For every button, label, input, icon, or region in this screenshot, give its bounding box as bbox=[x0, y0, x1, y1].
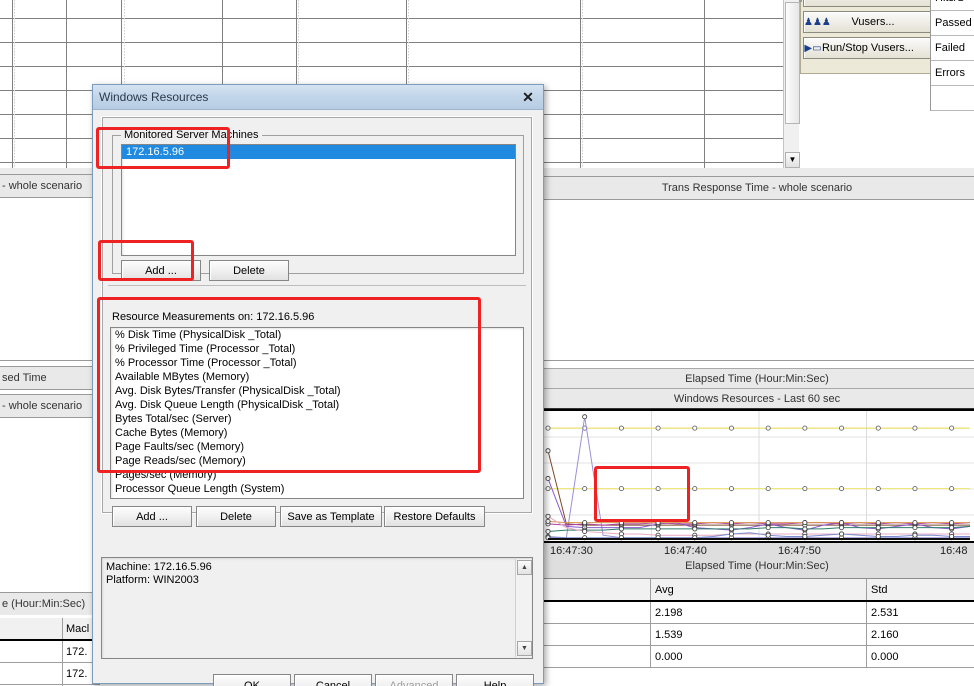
cancel-button[interactable]: Cancel bbox=[294, 674, 372, 686]
resource-measurements-label: Resource Measurements on: 172.16.5.96 bbox=[112, 311, 315, 323]
chart-plot-area[interactable] bbox=[544, 409, 974, 541]
list-item[interactable]: Available MBytes (Memory) bbox=[111, 370, 523, 384]
list-item[interactable]: Cache Bytes (Memory) bbox=[111, 426, 523, 440]
x-tick: 16:48 bbox=[940, 545, 968, 557]
scroll-up-icon[interactable]: ▲ bbox=[517, 560, 532, 575]
x-tick: 16:47:30 bbox=[550, 545, 593, 557]
column-header-avg: Avg bbox=[651, 579, 867, 600]
table-row[interactable]: 172. bbox=[0, 641, 100, 663]
monitored-server-machines-group: Monitored Server Machines 172.16.5.96 Ad… bbox=[112, 129, 524, 281]
toolbar-button-run-stop-vusers-label: Run/Stop Vusers... bbox=[822, 42, 914, 54]
windows-resources-chart: Elapsed Time (Hour:Min:Sec) Windows Reso… bbox=[540, 368, 974, 668]
scrollbar-thumb[interactable] bbox=[785, 2, 800, 124]
info-vertical-scrollbar[interactable]: ▲ ▼ bbox=[515, 559, 532, 657]
trans-response-time-title: Trans Response Time - whole scenario bbox=[540, 176, 974, 200]
right-band-spacer bbox=[540, 168, 974, 176]
list-item[interactable]: Page Faults/sec (Memory) bbox=[111, 440, 523, 454]
toolbar-button-vusers[interactable]: ♟♟♟ Vusers... bbox=[803, 11, 931, 33]
screen: ▼ ◄◄ ♟♟♟ Vusers... ▶▭ Run/Stop Vusers...… bbox=[0, 0, 974, 686]
list-item[interactable]: Avg. Disk Queue Length (PhysicalDisk _To… bbox=[111, 398, 523, 412]
left-panel-title-elapsed: sed Time bbox=[0, 366, 100, 390]
list-item[interactable]: 172.16.5.96 bbox=[122, 145, 515, 159]
machine-info-line-2: Platform: WIN2003 bbox=[106, 574, 199, 586]
dialog-title: Windows Resources bbox=[99, 90, 209, 104]
divider bbox=[108, 285, 526, 286]
run-stop-vusers-icon: ▶▭ bbox=[804, 42, 822, 54]
table-row[interactable]: 1.539 2.160 bbox=[540, 624, 974, 646]
stat-row-failed: Failed bbox=[931, 36, 974, 61]
stat-row-passed: Passed bbox=[931, 11, 974, 36]
add-measurement-button[interactable]: Add ... bbox=[112, 506, 192, 527]
list-item[interactable]: % Privileged Time (Processor _Total) bbox=[111, 342, 523, 356]
partial-icon: ◄◄ bbox=[804, 0, 830, 2]
grid-vertical-scrollbar[interactable]: ▼ bbox=[783, 0, 800, 168]
scroll-down-icon[interactable]: ▼ bbox=[517, 641, 532, 656]
group-label: Monitored Server Machines bbox=[121, 129, 262, 141]
add-machine-button[interactable]: Add ... bbox=[121, 260, 201, 281]
restore-defaults-button[interactable]: Restore Defaults bbox=[384, 506, 485, 527]
controller-toolbar: ◄◄ ♟♟♟ Vusers... ▶▭ Run/Stop Vusers... bbox=[800, 0, 934, 74]
scroll-down-icon[interactable]: ▼ bbox=[785, 152, 800, 168]
left-panel-axis-label: e (Hour:Min:Sec) bbox=[0, 592, 100, 615]
list-item[interactable]: Processor Queue Length (System) bbox=[111, 482, 523, 496]
list-item[interactable]: Bytes Total/sec (Server) bbox=[111, 412, 523, 426]
list-item[interactable]: Avg. Disk Bytes/Transfer (PhysicalDisk _… bbox=[111, 384, 523, 398]
toolbar-button-partial-top[interactable]: ◄◄ bbox=[803, 0, 931, 7]
delete-measurement-button[interactable]: Delete bbox=[196, 506, 276, 527]
chart-measurements-table[interactable]: Avg Std 2.198 2.531 1.539 2.160 0.000 0.… bbox=[540, 578, 974, 668]
statistics-panel: Hits/S Passed Failed Errors bbox=[930, 0, 974, 111]
left-graph-panel-1[interactable] bbox=[0, 197, 99, 361]
help-button[interactable]: Help bbox=[456, 674, 534, 686]
dialog-content-frame: Monitored Server Machines 172.16.5.96 Ad… bbox=[101, 116, 533, 527]
table-header-row: Macl bbox=[0, 618, 100, 641]
left-graph-panel-2[interactable] bbox=[0, 417, 99, 594]
stat-row-empty bbox=[931, 86, 974, 111]
dialog-titlebar[interactable]: Windows Resources ✕ bbox=[93, 85, 543, 110]
column-header-std: Std bbox=[871, 583, 888, 596]
list-item[interactable]: Pages/sec (Memory) bbox=[111, 468, 523, 482]
list-item[interactable]: % Disk Time (PhysicalDisk _Total) bbox=[111, 328, 523, 342]
table-row[interactable]: 172. bbox=[0, 663, 100, 685]
bottom-left-table[interactable]: Macl 172. 172. 172. bbox=[0, 618, 100, 686]
machine-info-box[interactable]: Machine: 172.16.5.96 Platform: WIN2003 ▲… bbox=[101, 557, 533, 659]
save-as-template-button[interactable]: Save as Template bbox=[280, 506, 382, 527]
list-item[interactable]: % Processor Time (Processor _Total) bbox=[111, 356, 523, 370]
chart-x-axis-label: Elapsed Time (Hour:Min:Sec) bbox=[685, 560, 829, 572]
table-row[interactable]: 0.000 0.000 bbox=[540, 646, 974, 668]
close-icon[interactable]: ✕ bbox=[517, 88, 539, 106]
chart-svg bbox=[544, 411, 974, 541]
left-panel-title-1: - whole scenario bbox=[0, 174, 100, 198]
x-tick: 16:47:40 bbox=[664, 545, 707, 557]
ok-button[interactable]: OK bbox=[213, 674, 291, 686]
table-row[interactable]: 2.198 2.531 bbox=[540, 602, 974, 624]
chart-header-elapsed-time: Elapsed Time (Hour:Min:Sec) bbox=[540, 368, 974, 388]
windows-resources-dialog[interactable]: Windows Resources ✕ Monitored Server Mac… bbox=[92, 84, 544, 686]
stat-row-hits: Hits/S bbox=[931, 0, 974, 11]
trans-response-time-graph[interactable] bbox=[540, 199, 974, 361]
x-tick: 16:47:50 bbox=[778, 545, 821, 557]
toolbar-button-vusers-label: Vusers... bbox=[851, 16, 895, 28]
chart-x-axis: 16:47:30 16:47:40 16:47:50 16:48 Elapsed… bbox=[540, 541, 974, 579]
left-panel-title-2: - whole scenario bbox=[0, 394, 100, 418]
machines-listbox[interactable]: 172.16.5.96 bbox=[121, 144, 516, 256]
stat-row-errors: Errors bbox=[931, 61, 974, 86]
advanced-button: Advanced bbox=[375, 674, 453, 686]
table-header-row: Avg Std bbox=[540, 579, 974, 602]
toolbar-button-run-stop-vusers[interactable]: ▶▭ Run/Stop Vusers... bbox=[803, 37, 931, 59]
vuser-icon: ♟♟♟ bbox=[804, 16, 831, 28]
measurements-listbox[interactable]: % Disk Time (PhysicalDisk _Total) % Priv… bbox=[110, 327, 524, 499]
chart-title: Windows Resources - Last 60 sec bbox=[540, 388, 974, 409]
delete-machine-button[interactable]: Delete bbox=[209, 260, 289, 281]
list-item[interactable]: Page Reads/sec (Memory) bbox=[111, 454, 523, 468]
spacer bbox=[799, 0, 802, 2]
machine-info-line-1: Machine: 172.16.5.96 bbox=[106, 561, 212, 573]
